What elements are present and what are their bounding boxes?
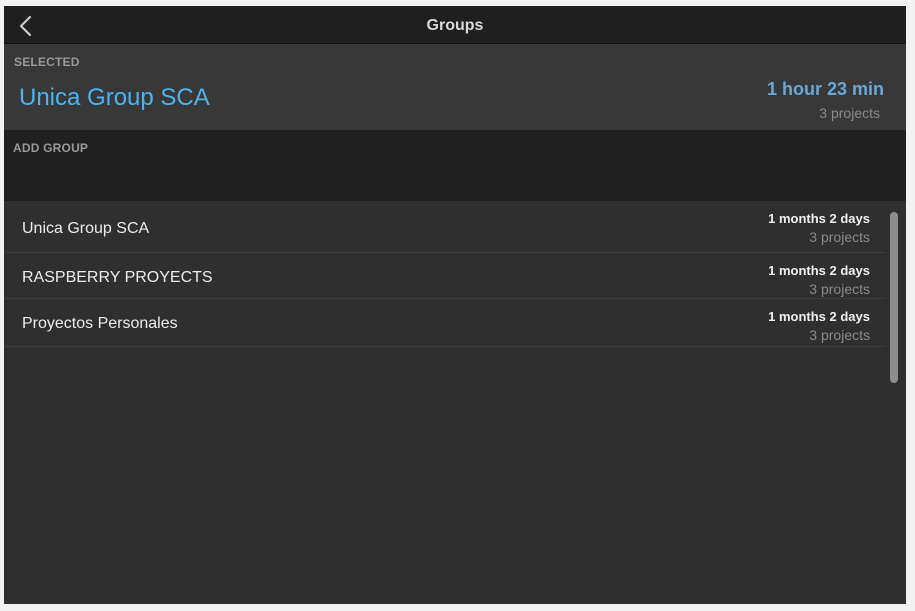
- title-bar: Groups: [4, 6, 906, 44]
- group-name: Unica Group SCA: [22, 220, 150, 237]
- page-title: Groups: [426, 17, 484, 34]
- group-time: 1 months 2 days: [768, 309, 870, 324]
- selected-group-name: Unica Group SCA: [19, 84, 210, 111]
- group-row-0[interactable]: Unica Group SCA 1 months 2 days 3 projec…: [4, 201, 886, 253]
- group-row-2[interactable]: Proyectos Personales 1 months 2 days 3 p…: [4, 299, 886, 347]
- group-projects: 3 projects: [809, 281, 870, 297]
- add-group-input[interactable]: [12, 156, 898, 192]
- selected-group-projects: 3 projects: [819, 105, 880, 121]
- selected-label: SELECTED: [14, 55, 80, 69]
- group-name: Proyectos Personales: [22, 315, 178, 332]
- group-projects: 3 projects: [809, 229, 870, 245]
- add-group-section: ADD GROUP: [4, 130, 906, 201]
- group-name: RASPBERRY PROYECTS: [22, 269, 213, 286]
- scrollbar[interactable]: [890, 212, 898, 383]
- group-time: 1 months 2 days: [768, 263, 870, 278]
- add-group-label: ADD GROUP: [13, 141, 89, 155]
- group-projects: 3 projects: [809, 327, 870, 343]
- groups-list: Unica Group SCA 1 months 2 days 3 projec…: [4, 201, 906, 604]
- group-row-1[interactable]: RASPBERRY PROYECTS 1 months 2 days 3 pro…: [4, 253, 886, 299]
- groups-window: Groups SELECTED Unica Group SCA 1 hour 2…: [4, 6, 906, 604]
- group-time: 1 months 2 days: [768, 211, 870, 226]
- selected-group-section: SELECTED Unica Group SCA 1 hour 23 min 3…: [4, 44, 906, 130]
- selected-group-time: 1 hour 23 min: [766, 79, 884, 99]
